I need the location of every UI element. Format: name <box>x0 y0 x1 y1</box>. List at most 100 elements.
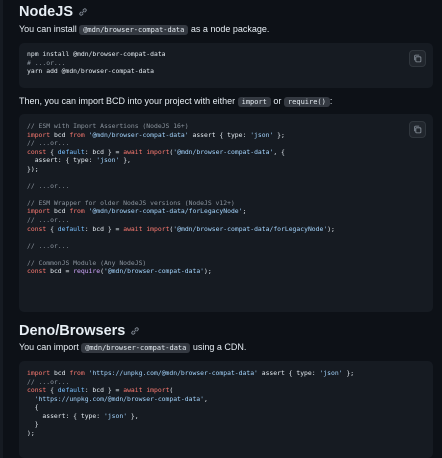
code-token: default <box>57 224 85 233</box>
code-token: ( <box>169 386 174 394</box>
code-token: { <box>46 386 58 394</box>
code-comment: // ...or... <box>27 241 70 250</box>
code-token: 'https://unpkg.com/@mdn/browser-compat-d… <box>27 394 204 403</box>
code-comment: # ...or... <box>27 58 66 67</box>
link-icon[interactable] <box>78 7 88 17</box>
import-text-mid: or <box>270 96 284 106</box>
nodejs-code: // ESM with Import Assertions (NodeJS 16… <box>27 122 335 276</box>
code-token: from <box>69 369 85 377</box>
cdn-paragraph: You can import @mdn/browser-compat-data … <box>19 342 247 353</box>
code-token: '@mdn/browser-compat-data' <box>88 130 189 139</box>
code-token: bcd = <box>46 267 74 276</box>
code-token: import <box>27 207 51 216</box>
nodejs-heading-text: NodeJS <box>19 4 73 20</box>
copy-icon <box>414 125 422 134</box>
link-icon[interactable] <box>130 326 140 336</box>
package-name-code: @mdn/browser-compat-data <box>81 343 191 353</box>
package-name-code: @mdn/browser-compat-data <box>79 25 189 35</box>
code-token: const <box>27 267 47 276</box>
code-token: import <box>27 130 51 139</box>
code-token: import <box>27 369 51 377</box>
code-token: assert { type: <box>257 369 320 377</box>
code-token: await <box>123 147 143 156</box>
code-line: }); <box>27 164 39 173</box>
code-token: { <box>46 224 58 233</box>
code-token: { <box>46 147 58 156</box>
code-token: import <box>146 224 170 233</box>
import-code: import <box>237 97 271 107</box>
install-text-before: You can install <box>19 24 80 34</box>
code-token: 'json' <box>319 369 343 377</box>
code-token: await <box>123 224 143 233</box>
code-token: }; <box>273 130 285 139</box>
code-comment: // ESM Wrapper for older NodeJS versions… <box>27 198 235 207</box>
code-token: : bcd } = <box>84 147 124 156</box>
code-token: import <box>146 147 170 156</box>
code-line: ); <box>27 428 35 437</box>
code-token: const <box>27 386 47 394</box>
code-token: default <box>57 386 85 394</box>
code-token: from <box>69 130 85 139</box>
code-token: ); <box>327 224 335 233</box>
require-code: require() <box>283 97 330 107</box>
code-token: await <box>123 386 143 394</box>
deno-heading-text: Deno/Browsers <box>19 323 126 339</box>
install-code: npm install @mdn/browser-compat-data # .… <box>27 50 166 76</box>
code-token: const <box>27 147 47 156</box>
code-line: } <box>27 420 39 428</box>
code-token: }, <box>119 156 131 165</box>
code-token: from <box>69 207 85 216</box>
code-token: , { <box>273 147 285 156</box>
code-token: default <box>57 147 85 156</box>
code-token: }, <box>127 411 139 420</box>
cdn-text-after: using a CDN. <box>190 342 247 352</box>
code-token: '@mdn/browser-compat-data' <box>173 147 274 156</box>
code-token: : bcd } = <box>84 224 124 233</box>
import-text-after: : <box>329 96 333 106</box>
copy-icon <box>414 54 422 63</box>
code-line: yarn add @mdn/browser-compat-data <box>27 67 154 75</box>
code-token: , <box>204 394 208 403</box>
deno-code: import bcd from 'https://unpkg.com/@mdn/… <box>27 369 354 437</box>
import-text-before: Then, you can import BCD into your proje… <box>19 96 238 106</box>
cdn-text-before: You can import <box>19 342 82 352</box>
code-token: 'json' <box>96 156 120 165</box>
install-code-block: npm install @mdn/browser-compat-data # .… <box>19 43 433 88</box>
code-comment: // ESM with Import Assertions (NodeJS 16… <box>27 122 189 130</box>
code-token: '@mdn/browser-compat-data' <box>103 267 205 276</box>
code-token: ); <box>204 267 212 276</box>
code-comment: // CommonJS Module (Any NodeJS) <box>27 258 147 267</box>
left-rail <box>0 0 3 458</box>
code-token: bcd <box>50 130 70 139</box>
nodejs-heading: NodeJS <box>19 4 88 20</box>
code-line: { <box>27 403 39 411</box>
copy-button[interactable] <box>409 50 426 67</box>
code-token: : bcd } = <box>84 386 124 394</box>
code-token: 'json' <box>250 130 274 139</box>
code-token: assert: { type: <box>27 411 104 420</box>
code-comment: // ...or... <box>27 139 70 148</box>
code-token: '@mdn/browser-compat-data/forLegacyNode' <box>173 224 328 233</box>
code-comment: // ...or... <box>27 181 70 190</box>
code-token: import <box>146 386 170 394</box>
code-token: bcd <box>50 207 70 216</box>
nodejs-code-block: // ESM with Import Assertions (NodeJS 16… <box>19 114 433 312</box>
code-token: ; <box>242 207 247 216</box>
code-token: assert { type: <box>188 130 251 139</box>
code-token: '@mdn/browser-compat-data/forLegacyNode' <box>88 207 243 216</box>
docs-page: NodeJS You can install @mdn/browser-comp… <box>0 0 442 458</box>
code-token: const <box>27 224 47 233</box>
code-token: 'json' <box>103 411 128 420</box>
deno-heading: Deno/Browsers <box>19 323 140 339</box>
install-paragraph: You can install @mdn/browser-compat-data… <box>19 24 270 35</box>
code-token: require <box>73 267 101 276</box>
code-token: assert: { type: <box>27 156 97 165</box>
deno-code-block: import bcd from 'https://unpkg.com/@mdn/… <box>19 361 433 458</box>
code-token: }; <box>342 369 355 377</box>
copy-button[interactable] <box>409 121 426 138</box>
code-comment: // ...or... <box>27 216 70 225</box>
install-text-after: as a node package. <box>188 24 270 34</box>
import-paragraph: Then, you can import BCD into your proje… <box>19 96 333 107</box>
code-line: npm install @mdn/browser-compat-data <box>27 50 166 58</box>
code-comment: // ...or... <box>27 377 70 386</box>
